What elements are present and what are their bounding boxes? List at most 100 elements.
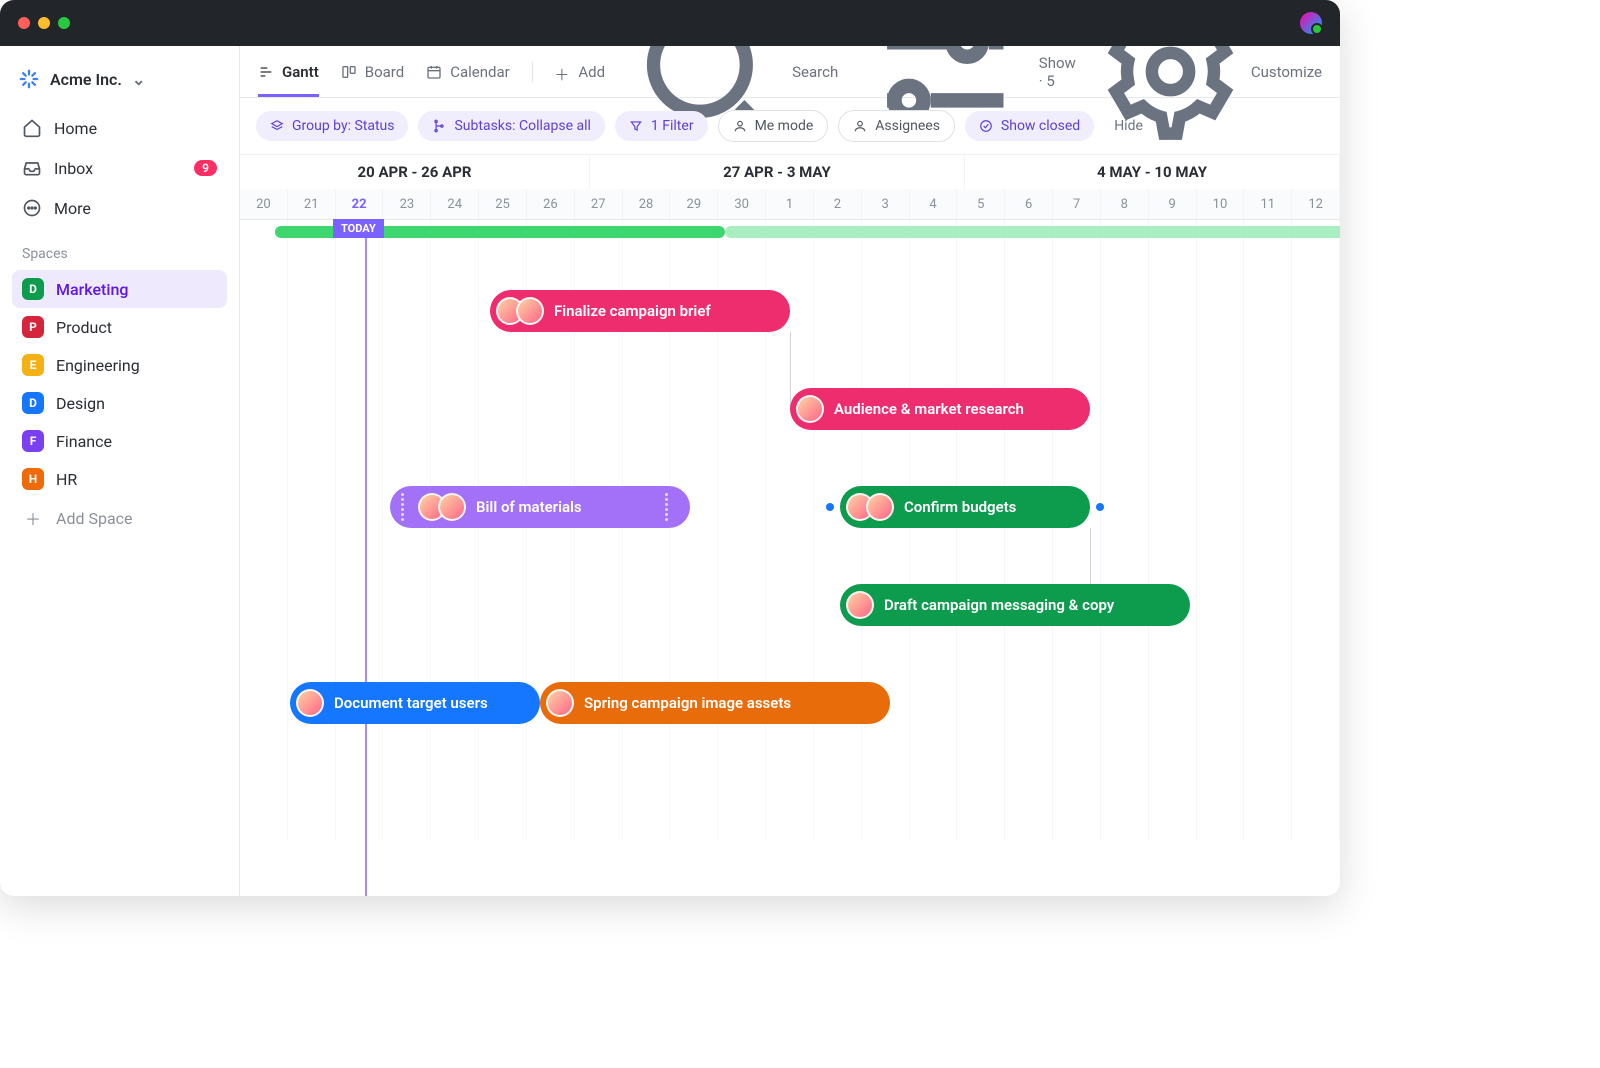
nav-more[interactable]: More <box>12 188 227 228</box>
day-header[interactable]: 11 <box>1244 189 1292 219</box>
gantt-task[interactable]: Confirm budgets <box>840 486 1090 528</box>
subtask-icon <box>432 119 446 133</box>
sidebar-space-design[interactable]: DDesign <box>12 384 227 422</box>
space-badge: D <box>22 392 44 414</box>
day-header[interactable]: 28 <box>623 189 671 219</box>
sidebar: Acme Inc. ⌄ Home Inbox 9 More Spaces DMa… <box>0 46 240 896</box>
subtasks-pill[interactable]: Subtasks: Collapse all <box>418 111 604 141</box>
current-user-avatar[interactable] <box>1300 12 1322 34</box>
space-badge: F <box>22 430 44 452</box>
search-label: Search <box>792 63 838 81</box>
plus-icon: ＋ <box>554 64 570 80</box>
day-header[interactable]: 1 <box>766 189 814 219</box>
gantt-task[interactable]: Bill of materials <box>390 486 690 528</box>
task-label: Audience & market research <box>834 400 1024 418</box>
more-icon <box>22 198 42 218</box>
me-mode-pill[interactable]: Me mode <box>718 110 829 142</box>
day-header[interactable]: 5 <box>957 189 1005 219</box>
user-icon <box>853 119 867 133</box>
day-header[interactable]: 23 <box>383 189 431 219</box>
add-space-button[interactable]: ＋ Add Space <box>12 498 227 538</box>
day-header[interactable]: 30 <box>718 189 766 219</box>
subtasks-label: Subtasks: Collapse all <box>454 118 590 134</box>
nav-inbox[interactable]: Inbox 9 <box>12 148 227 188</box>
task-assignees <box>496 297 544 325</box>
sidebar-space-finance[interactable]: F Finance <box>12 422 227 460</box>
day-header[interactable]: 27 <box>575 189 623 219</box>
space-label: Finance <box>56 432 112 451</box>
task-assignees <box>846 591 874 619</box>
sidebar-space-product[interactable]: P Product <box>12 308 227 346</box>
nav-inbox-label: Inbox <box>54 159 93 178</box>
gantt-icon <box>258 64 274 80</box>
tab-add-view[interactable]: ＋ Add <box>554 46 605 97</box>
gantt-task[interactable]: Finalize campaign brief <box>490 290 790 332</box>
sidebar-space-hr[interactable]: H HR <box>12 460 227 498</box>
nav-more-label: More <box>54 199 91 218</box>
window-minimize[interactable] <box>38 17 50 29</box>
nav-home[interactable]: Home <box>12 108 227 148</box>
timeline-progress-remaining <box>725 226 1340 238</box>
day-header[interactable]: 22 <box>336 189 384 219</box>
gantt-task[interactable]: Document target users <box>290 682 540 724</box>
user-icon <box>733 119 747 133</box>
avatar <box>438 493 466 521</box>
traffic-lights <box>18 17 70 29</box>
show-closed-label: Show closed <box>1001 118 1080 134</box>
tab-board[interactable]: Board <box>341 46 404 97</box>
day-header[interactable]: 4 <box>910 189 958 219</box>
day-header[interactable]: 8 <box>1101 189 1149 219</box>
sidebar-space-marketing[interactable]: DMarketing <box>12 270 227 308</box>
day-header[interactable]: 21 <box>288 189 336 219</box>
gantt-task[interactable]: Spring campaign image assets <box>540 682 890 724</box>
space-label: Product <box>56 318 112 337</box>
gantt-body[interactable]: Finalize campaign brief Audience & market… <box>240 220 1340 840</box>
task-label: Spring campaign image assets <box>584 694 791 712</box>
inbox-icon <box>22 158 42 178</box>
plus-icon: ＋ <box>22 506 44 530</box>
chevron-down-icon: ⌄ <box>132 70 145 89</box>
window-close[interactable] <box>18 17 30 29</box>
day-header[interactable]: 20 <box>240 189 288 219</box>
day-header[interactable]: 9 <box>1149 189 1197 219</box>
layers-icon <box>270 119 284 133</box>
tab-calendar[interactable]: Calendar <box>426 46 510 97</box>
day-header[interactable]: 25 <box>479 189 527 219</box>
filter-bar: Group by: Status Subtasks: Collapse all … <box>240 98 1340 155</box>
hide-filters[interactable]: Hide <box>1114 118 1143 134</box>
window-maximize[interactable] <box>58 17 70 29</box>
day-header[interactable]: 2 <box>814 189 862 219</box>
calendar-icon <box>426 64 442 80</box>
drag-handle-icon[interactable] <box>660 493 672 521</box>
day-header[interactable]: 24 <box>431 189 479 219</box>
drag-handle-icon[interactable] <box>396 493 408 521</box>
gantt-task[interactable]: Audience & market research <box>790 388 1090 430</box>
day-header[interactable]: 26 <box>527 189 575 219</box>
add-space-label: Add Space <box>56 509 133 528</box>
space-badge: H <box>22 468 44 490</box>
day-header[interactable]: 29 <box>670 189 718 219</box>
space-badge: P <box>22 316 44 338</box>
task-assignees <box>846 493 894 521</box>
assignees-pill[interactable]: Assignees <box>838 110 955 142</box>
dependency-dot[interactable] <box>1096 503 1104 511</box>
workspace-switcher[interactable]: Acme Inc. ⌄ <box>12 60 227 108</box>
show-closed-pill[interactable]: Show closed <box>965 111 1094 141</box>
filter-pill[interactable]: 1 Filter <box>615 111 708 141</box>
task-label: Finalize campaign brief <box>554 302 711 320</box>
day-header[interactable]: 3 <box>862 189 910 219</box>
task-label: Draft campaign messaging & copy <box>884 596 1114 614</box>
day-header[interactable]: 6 <box>1005 189 1053 219</box>
assignees-label: Assignees <box>875 118 940 134</box>
sidebar-space-engineering[interactable]: EEngineering <box>12 346 227 384</box>
avatar <box>516 297 544 325</box>
day-header[interactable]: 10 <box>1197 189 1245 219</box>
dependency-dot[interactable] <box>826 503 834 511</box>
day-header[interactable]: 12 <box>1292 189 1340 219</box>
tab-gantt[interactable]: Gantt <box>258 46 319 97</box>
group-by-pill[interactable]: Group by: Status <box>256 111 408 141</box>
space-label: HR <box>56 470 77 489</box>
gantt-task[interactable]: Draft campaign messaging & copy <box>840 584 1190 626</box>
show-label: Show · 5 <box>1039 54 1076 90</box>
day-header[interactable]: 7 <box>1053 189 1101 219</box>
